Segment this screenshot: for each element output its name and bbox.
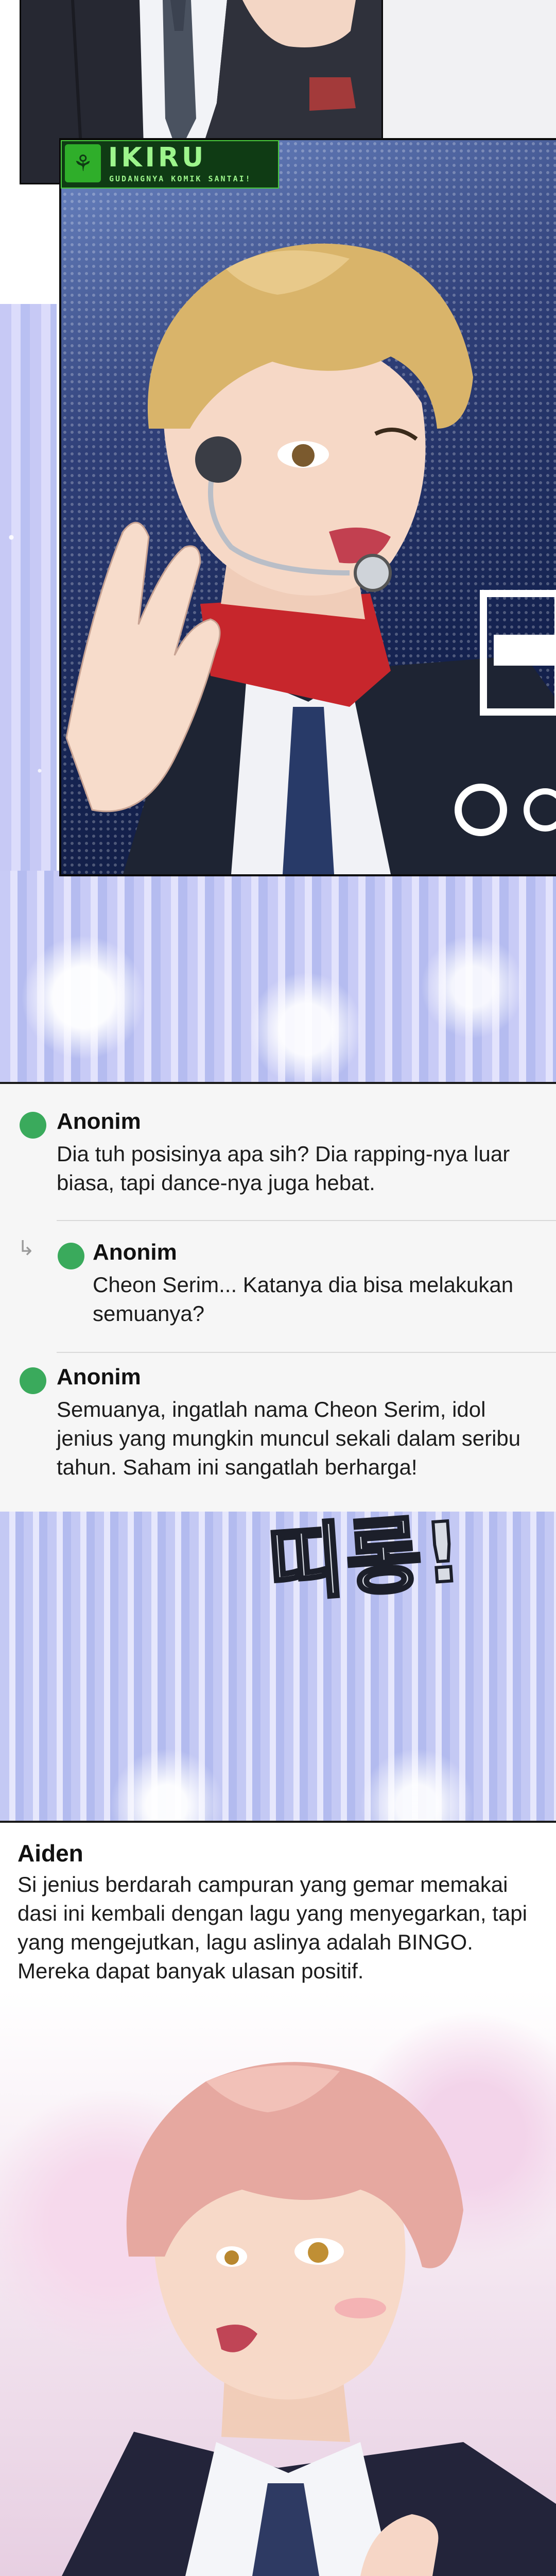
logo-title: IKIRU	[108, 142, 207, 173]
idol-manga-panel	[59, 138, 556, 876]
comment-text: Semuanya, ingatlah nama Cheon Serim, ido…	[57, 1397, 521, 1479]
pink-hair-idol-art	[62, 2062, 556, 2576]
reply-arrow-icon: ↳	[18, 1237, 35, 1260]
comment-author: Anonim	[57, 1364, 141, 1389]
comment-text: Dia tuh posisinya apa sih? Dia rapping-n…	[57, 1142, 510, 1195]
comment-reply-item: ↳ Anonim Cheon Serim... Katanya dia bisa…	[0, 1229, 556, 1353]
aiden-manga-panel	[0, 1989, 556, 2576]
comment-divider	[57, 1220, 556, 1221]
top-background	[381, 0, 556, 139]
comment-text: Cheon Serim... Katanya dia bisa melakuka…	[93, 1273, 514, 1326]
logo-subtitle: GUDANGNYA KOMIK SANTAI!	[109, 174, 252, 183]
comment-author: Anonim	[57, 1109, 141, 1134]
blonde-idol-art	[61, 140, 556, 874]
watermark-logo: ⚘ IKIRU GUDANGNYA KOMIK SANTAI!	[61, 140, 279, 189]
comment-avatar-icon	[20, 1112, 46, 1139]
fireworks-background	[0, 871, 556, 1082]
comments-panel: Anonim Dia tuh posisinya apa sih? Dia ra…	[0, 1082, 556, 1514]
comment-author: Anonim	[93, 1240, 177, 1265]
caption-text: Si jenius berdarah campuran yang gemar m…	[18, 1872, 527, 1983]
comment-item: Anonim Dia tuh posisinya apa sih? Dia ra…	[0, 1098, 556, 1222]
caption-name: Aiden	[18, 1840, 83, 1867]
sound-effect-text: 띠롱!	[264, 1502, 468, 1615]
logo-emblem-icon: ⚘	[65, 144, 101, 182]
comment-avatar-icon	[20, 1367, 46, 1394]
comment-item: Anonim Semuanya, ingatlah nama Cheon Ser…	[0, 1352, 556, 1506]
comment-avatar-icon	[58, 1243, 84, 1269]
